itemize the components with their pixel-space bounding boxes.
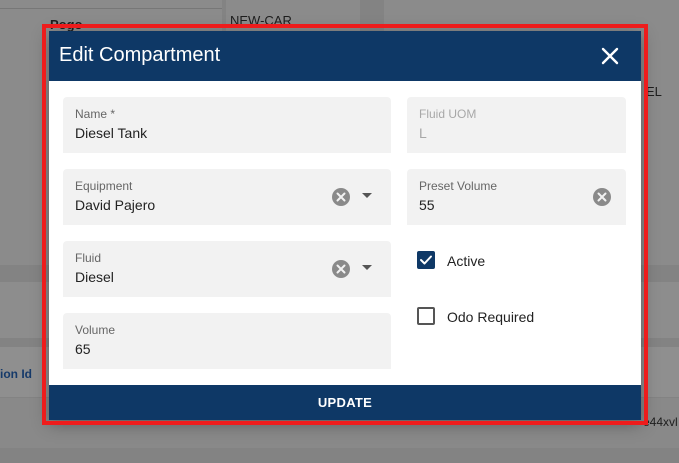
bg-row-value: e44xvl: [643, 415, 678, 429]
bg-value-right: EL: [646, 84, 662, 99]
bg-divider: [0, 8, 222, 9]
bg-column-header: ion Id: [0, 367, 32, 381]
highlight-frame: [42, 24, 648, 425]
